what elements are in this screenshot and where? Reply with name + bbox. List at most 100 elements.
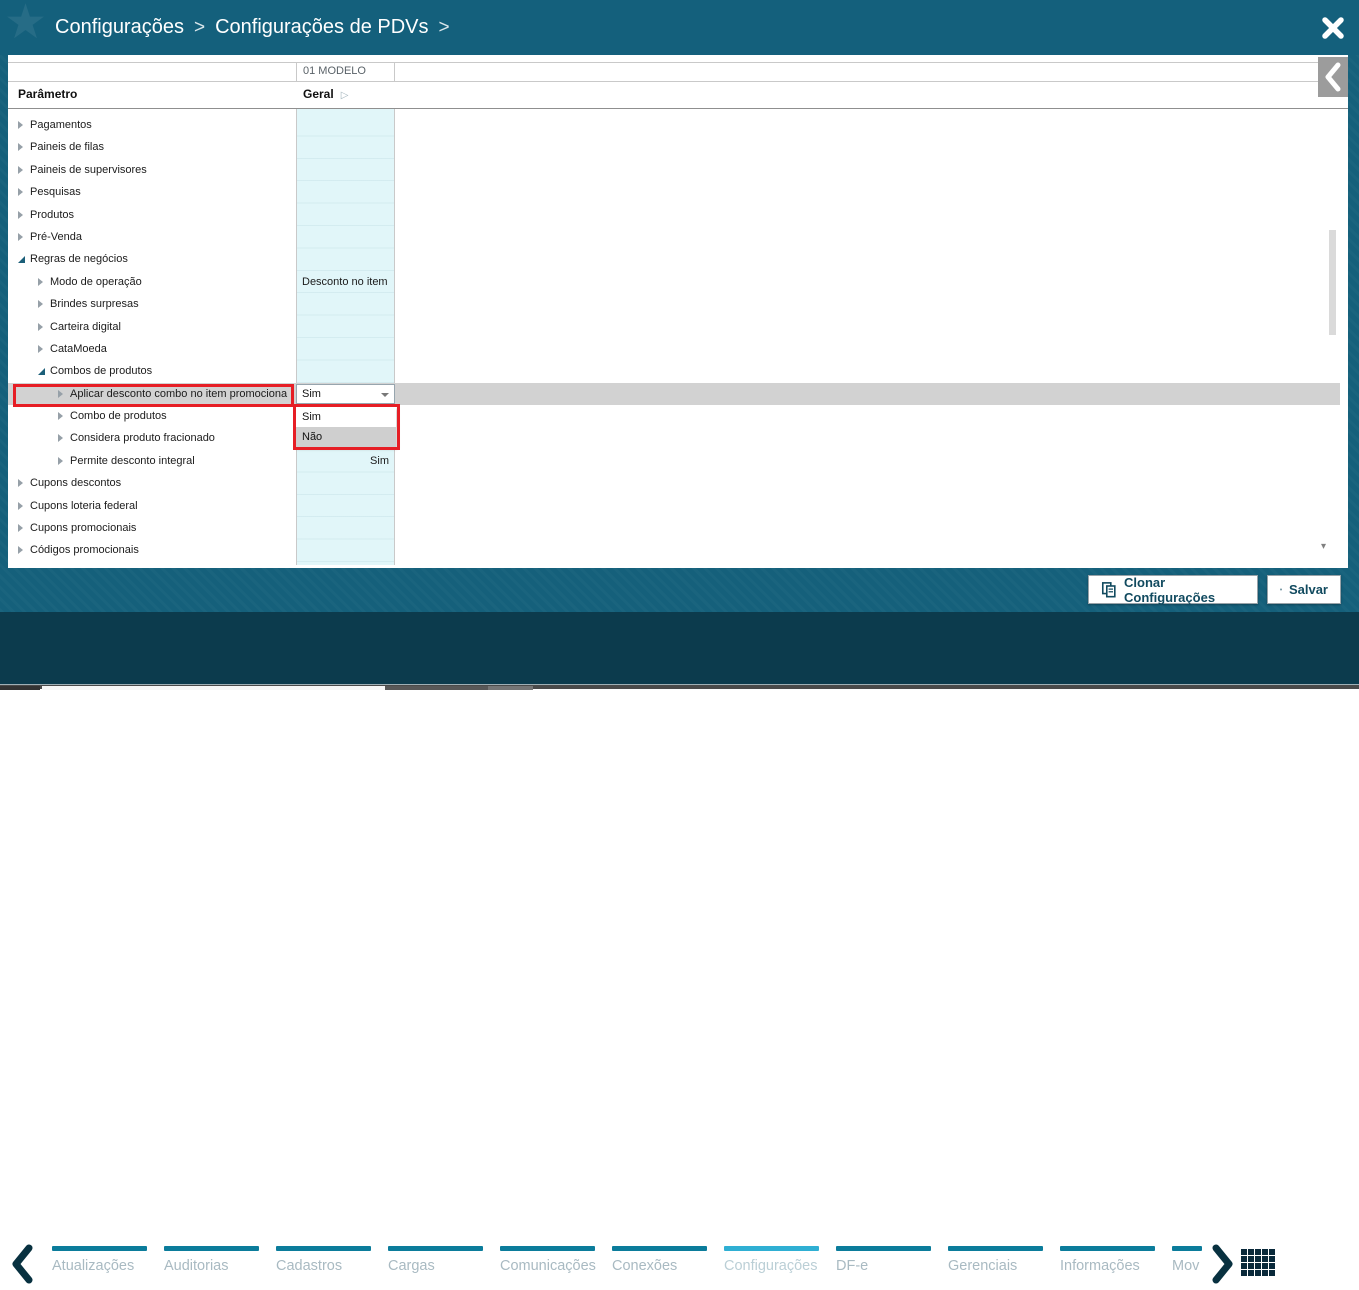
- grid-header-divider: [8, 81, 1348, 82]
- tree-row[interactable]: Cupons descontos: [8, 472, 1340, 494]
- tree-row[interactable]: Modo de operaçãoDesconto no item: [8, 271, 1340, 293]
- breadcrumb-item-configuracoes[interactable]: Configurações: [55, 16, 184, 39]
- tree-row[interactable]: Considera produto fracionado: [8, 427, 1340, 449]
- nav-tabs: Atualizações Auditorias Cadastros Cargas Com…: [52, 1246, 1208, 1274]
- nav-tab-label: Conexões: [612, 1258, 707, 1274]
- tree-row-label: Paineis de supervisores: [30, 159, 147, 181]
- nav-scroll-left-button[interactable]: [10, 1243, 34, 1290]
- taskbar-segment: [385, 686, 488, 690]
- tree-row[interactable]: Regras de negócios: [8, 248, 1340, 270]
- geral-header-label: Geral: [303, 81, 334, 108]
- taskbar-segment: [0, 686, 40, 690]
- tree-row[interactable]: Cupons promocionais: [8, 517, 1340, 539]
- tree-row[interactable]: Combo de produtos: [8, 405, 1340, 427]
- tree-row[interactable]: Pesquisas: [8, 181, 1340, 203]
- tab-indicator-bar: [612, 1246, 707, 1251]
- close-icon[interactable]: [1319, 14, 1347, 42]
- tree-row-label: Combo de produtos: [70, 405, 167, 427]
- expand-arrow-icon[interactable]: [38, 300, 43, 308]
- vertical-scrollbar-thumb[interactable]: [1329, 230, 1336, 335]
- tree-row-label: Brindes surpresas: [50, 293, 139, 315]
- tab-indicator-bar: [948, 1246, 1043, 1251]
- expand-arrow-icon[interactable]: [18, 211, 23, 219]
- scrollbar-down-arrow-icon[interactable]: ▾: [1321, 541, 1326, 552]
- geral-column-header[interactable]: Geral ▷: [303, 81, 348, 108]
- nav-tab-conex-es[interactable]: Conexões: [612, 1246, 707, 1274]
- nav-tab-gerenciais[interactable]: Gerenciais: [948, 1246, 1043, 1274]
- tree-row[interactable]: Produtos: [8, 204, 1340, 226]
- chevron-right-icon: [1211, 1243, 1235, 1285]
- expand-arrow-icon[interactable]: [18, 166, 23, 174]
- collapse-arrow-icon[interactable]: [38, 368, 45, 375]
- tree-row[interactable]: Paineis de supervisores: [8, 159, 1340, 181]
- nav-tab-atualiza-es[interactable]: Atualizações: [52, 1246, 147, 1274]
- tree-row[interactable]: Permite desconto integralSim: [8, 450, 1340, 472]
- expand-arrow-icon[interactable]: [18, 479, 23, 487]
- tree-row[interactable]: Paineis de filas: [8, 136, 1340, 158]
- clone-configurations-button[interactable]: Clonar Configurações: [1088, 575, 1258, 604]
- parameter-column-header[interactable]: Parâmetro: [18, 81, 77, 108]
- star-icon: ★: [4, 0, 47, 50]
- tree-row[interactable]: CataMoeda: [8, 338, 1340, 360]
- nav-tab-cargas[interactable]: Cargas: [388, 1246, 483, 1274]
- model-column-header[interactable]: 01 MODELO: [296, 62, 395, 81]
- expand-arrow-icon[interactable]: [18, 143, 23, 151]
- tree-row[interactable]: Carteira digital: [8, 316, 1340, 338]
- exit-arrow-icon[interactable]: [1320, 1253, 1352, 1278]
- breadcrumb-item-configuracoes-de-pdvs[interactable]: Configurações de PDVs: [215, 16, 428, 39]
- tab-indicator-bar: [276, 1246, 371, 1251]
- nav-tab-label: Mov: [1172, 1258, 1202, 1274]
- nav-tab-mov[interactable]: Mov: [1172, 1246, 1202, 1274]
- tree-row-label: Produtos: [30, 204, 74, 226]
- nav-scroll-right-button[interactable]: [1211, 1243, 1235, 1290]
- expand-arrow-icon[interactable]: [18, 502, 23, 510]
- taskbar-segment: [488, 686, 533, 690]
- nav-tab-label: Configurações: [724, 1258, 819, 1274]
- cell-value: Desconto no item: [297, 271, 394, 293]
- expand-arrow-icon[interactable]: [18, 546, 23, 554]
- tree-row[interactable]: Brindes surpresas: [8, 293, 1340, 315]
- expand-arrow-icon[interactable]: [58, 434, 63, 442]
- breadcrumb-separator: >: [439, 17, 450, 39]
- collapse-panel-button[interactable]: [1318, 57, 1348, 97]
- expand-arrow-icon[interactable]: [58, 412, 63, 420]
- collapse-arrow-icon[interactable]: [18, 256, 25, 263]
- grid-menu-icon[interactable]: [1241, 1249, 1275, 1276]
- expand-arrow-icon[interactable]: [18, 121, 23, 129]
- expand-arrow-icon[interactable]: [18, 524, 23, 532]
- tree-row-label: Carteira digital: [50, 316, 121, 338]
- tab-indicator-bar: [52, 1246, 147, 1251]
- tree-row[interactable]: Cupons loteria federal: [8, 495, 1340, 517]
- dropdown-value: Sim: [302, 388, 321, 400]
- tree-row[interactable]: Pré-Venda: [8, 226, 1340, 248]
- nav-tab-configura-es[interactable]: Configurações: [724, 1246, 819, 1274]
- tree-row-label: Cupons loteria federal: [30, 495, 138, 517]
- tree-row[interactable]: Combos de produtos: [8, 360, 1340, 382]
- nav-tab-label: Atualizações: [52, 1258, 147, 1274]
- dropdown-caret-icon[interactable]: [381, 393, 389, 397]
- expand-arrow-icon[interactable]: [38, 345, 43, 353]
- chevron-right-icon[interactable]: ▷: [341, 82, 349, 109]
- nav-tab-label: Informações: [1060, 1258, 1155, 1274]
- expand-arrow-icon[interactable]: [38, 323, 43, 331]
- save-button[interactable]: Salvar: [1267, 575, 1341, 604]
- tree-row[interactable]: Códigos promocionais: [8, 539, 1340, 561]
- lock-body: [1292, 1265, 1316, 1281]
- tree-row[interactable]: Pagamentos: [8, 114, 1340, 136]
- nav-tab-auditorias[interactable]: Auditorias: [164, 1246, 259, 1274]
- tree-row-label: Cupons descontos: [30, 472, 121, 494]
- nav-tab-df-e[interactable]: DF-e: [836, 1246, 931, 1274]
- tree-row-label: Regras de negócios: [30, 248, 128, 270]
- value-dropdown[interactable]: Sim: [296, 384, 395, 404]
- nav-tab-cadastros[interactable]: Cadastros: [276, 1246, 371, 1274]
- lock-icon[interactable]: [1291, 1248, 1317, 1280]
- expand-arrow-icon[interactable]: [18, 233, 23, 241]
- expand-arrow-icon[interactable]: [18, 188, 23, 196]
- expand-arrow-icon[interactable]: [38, 278, 43, 286]
- expand-arrow-icon[interactable]: [58, 457, 63, 465]
- nav-tab-informa-es[interactable]: Informações: [1060, 1246, 1155, 1274]
- chevron-left-icon: [1322, 61, 1344, 93]
- lock-shackle: [1294, 1248, 1314, 1265]
- tree-row-label: Pagamentos: [30, 114, 92, 136]
- nav-tab-comunica-es[interactable]: Comunicações: [500, 1246, 595, 1274]
